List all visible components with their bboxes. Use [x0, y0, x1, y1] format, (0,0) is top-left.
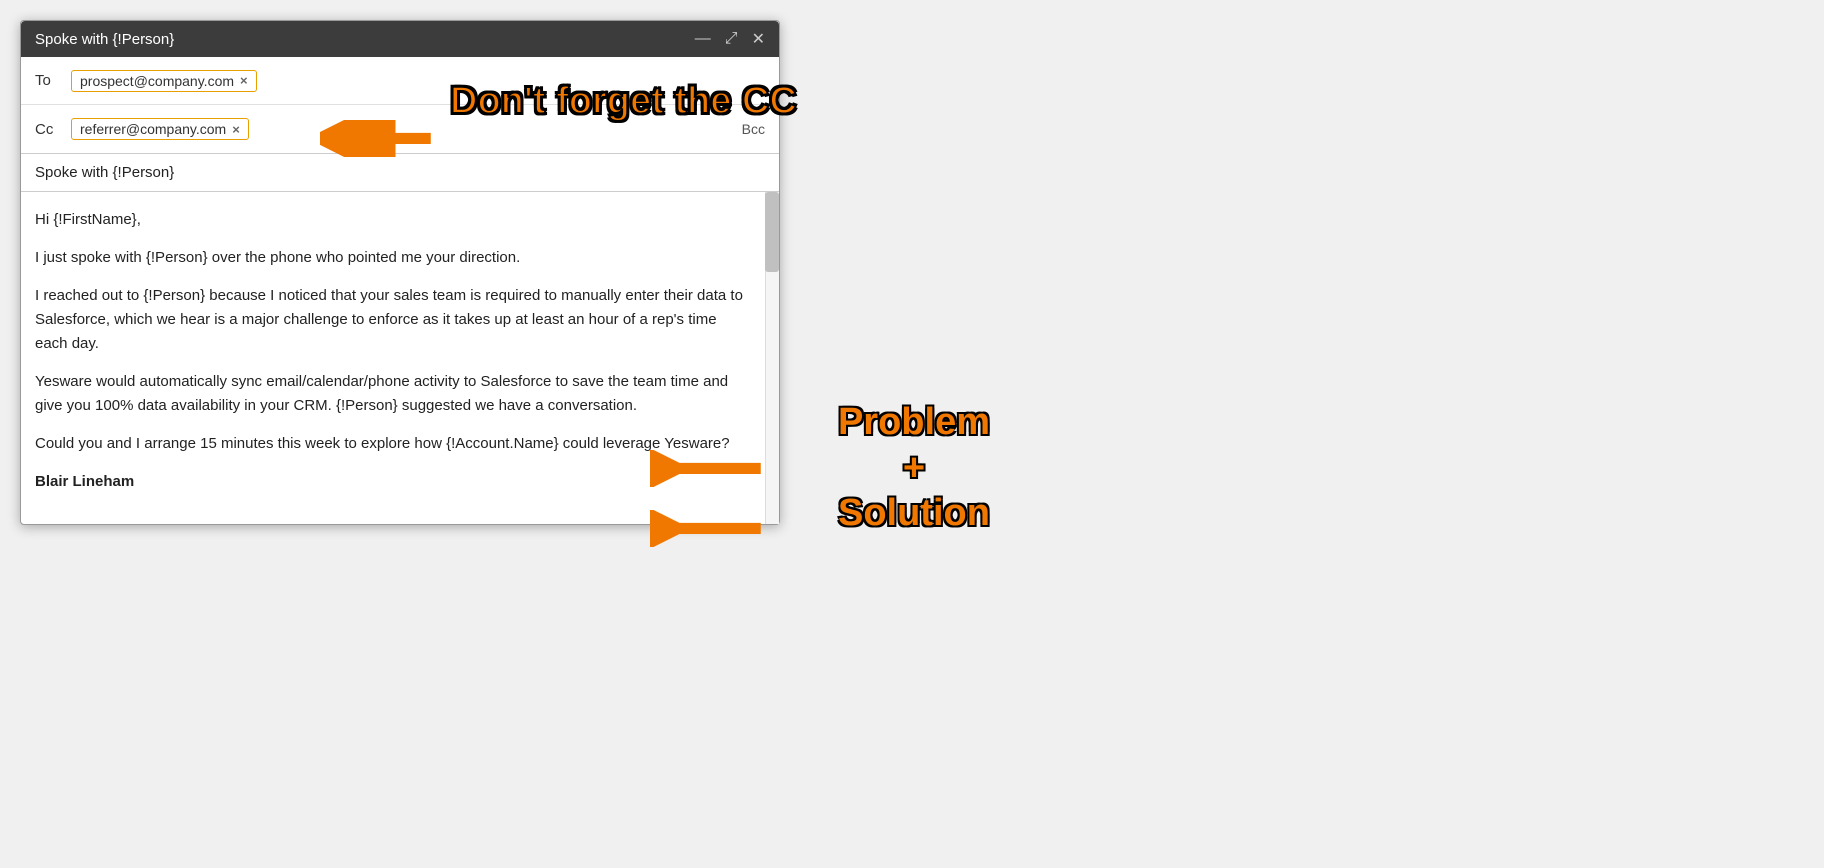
title-bar: Spoke with {!Person} — ⤢ ✕: [21, 21, 779, 57]
body-section[interactable]: Hi {!FirstName}, I just spoke with {!Per…: [21, 192, 779, 524]
window-title: Spoke with {!Person}: [35, 31, 174, 48]
to-email-tag[interactable]: prospect@company.com ×: [71, 70, 257, 92]
body-line3: I reached out to {!Person} because I not…: [35, 284, 751, 356]
cc-remove-button[interactable]: ×: [232, 122, 240, 137]
subject-text: Spoke with {!Person}: [35, 164, 174, 181]
email-window: Spoke with {!Person} — ⤢ ✕ To prospect@c…: [20, 20, 780, 525]
cc-row: Cc referrer@company.com × Bcc: [21, 105, 779, 153]
body-line2: I just spoke with {!Person} over the pho…: [35, 246, 751, 270]
to-email-value: prospect@company.com: [80, 73, 234, 89]
to-row: To prospect@company.com ×: [21, 57, 779, 105]
to-remove-button[interactable]: ×: [240, 73, 248, 88]
scrollbar-thumb[interactable]: [765, 192, 779, 272]
problem-callout-text: Problem + Solution: [838, 400, 990, 537]
body-line4: Yesware would automatically sync email/c…: [35, 370, 751, 418]
bcc-link[interactable]: Bcc: [742, 121, 765, 137]
outer-wrapper: Spoke with {!Person} — ⤢ ✕ To prospect@c…: [20, 20, 780, 525]
close-button[interactable]: ✕: [752, 29, 765, 49]
cc-email-tag[interactable]: referrer@company.com ×: [71, 118, 249, 140]
fields-section: To prospect@company.com × Cc referrer@co…: [21, 57, 779, 154]
body-line6: Blair Lineham: [35, 473, 134, 490]
subject-row: Spoke with {!Person}: [21, 154, 779, 192]
maximize-button[interactable]: ⤢: [725, 30, 738, 48]
cc-label: Cc: [35, 121, 71, 138]
scrollbar-track[interactable]: [765, 192, 779, 524]
window-controls: — ⤢ ✕: [695, 29, 765, 49]
cc-email-value: referrer@company.com: [80, 121, 226, 137]
minimize-button[interactable]: —: [695, 30, 711, 48]
to-label: To: [35, 72, 71, 89]
body-line1: Hi {!FirstName},: [35, 208, 751, 232]
body-line5: Could you and I arrange 15 minutes this …: [35, 432, 751, 456]
